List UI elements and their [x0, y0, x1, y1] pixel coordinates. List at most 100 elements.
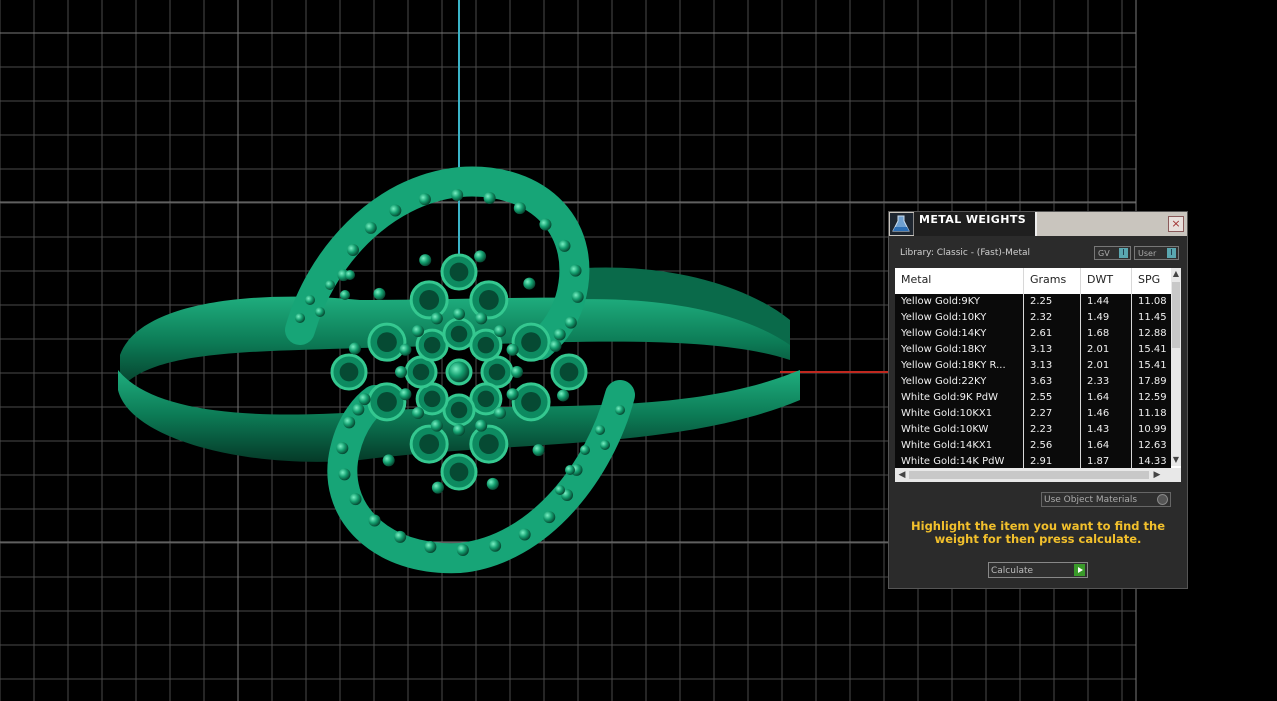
gem-hole [339, 362, 359, 382]
scroll-thumb[interactable] [1172, 282, 1180, 348]
center-bead [449, 362, 469, 382]
dwt-cell: 2.33 [1087, 376, 1110, 387]
column-header-spg[interactable]: SPG [1138, 273, 1160, 286]
table-row[interactable]: White Gold:14KX1 2.56 1.64 12.63 [895, 438, 1171, 454]
metal-cell: White Gold:14KX1 [901, 440, 993, 451]
gem-hole [521, 332, 541, 353]
gv-toggle[interactable]: GV I [1094, 246, 1131, 260]
metal-cell: White Gold:14K PdW [901, 456, 1005, 467]
instruction-text: Highlight the item you want to find the … [911, 519, 1165, 546]
bead [431, 481, 444, 494]
use-object-materials-toggle[interactable]: Use Object Materials [1041, 492, 1171, 507]
bead [453, 308, 465, 320]
bead [580, 445, 590, 455]
bead [494, 407, 507, 420]
vertical-scrollbar[interactable]: ▲ ▼ [1171, 268, 1181, 466]
bead [553, 328, 566, 341]
table-row[interactable]: Yellow Gold:10KY 2.32 1.49 11.45 [895, 310, 1171, 326]
calculate-button[interactable]: Calculate [988, 562, 1088, 578]
table-row[interactable]: Yellow Gold:18KY 3.13 2.01 15.41 [895, 342, 1171, 358]
scroll-thumb[interactable] [909, 471, 1149, 479]
bead [336, 442, 349, 455]
bead [456, 543, 469, 556]
bead [557, 389, 570, 402]
scroll-right-icon[interactable]: ▶ [1151, 469, 1163, 481]
spg-cell: 11.45 [1138, 312, 1167, 323]
bead [430, 312, 443, 325]
metal-cell: White Gold:10KW [901, 424, 989, 435]
bead [532, 444, 545, 457]
grams-cell: 2.56 [1030, 440, 1053, 451]
table-row[interactable]: White Gold:10KW 2.23 1.43 10.99 [895, 422, 1171, 438]
column-divider [1023, 268, 1024, 482]
table-row[interactable]: Yellow Gold:9KY 2.25 1.44 11.08 [895, 294, 1171, 310]
scroll-down-icon[interactable]: ▼ [1171, 454, 1181, 466]
grams-cell: 2.91 [1030, 456, 1053, 467]
metal-cell: Yellow Gold:18KY [901, 344, 987, 355]
bead [348, 342, 361, 355]
column-header-grams[interactable]: Grams [1030, 273, 1066, 286]
table-header: Metal Grams DWT SPG [895, 268, 1171, 292]
table-row[interactable]: White Gold:9K PdW 2.55 1.64 12.59 [895, 390, 1171, 406]
metal-weights-panel: METAL WEIGHTS × Library: Classic - (Fast… [888, 211, 1188, 589]
column-divider [1080, 268, 1081, 482]
bead [394, 530, 407, 543]
bead [615, 405, 625, 415]
spg-cell: 14.33 [1138, 456, 1167, 467]
dwt-cell: 2.01 [1087, 344, 1110, 355]
gem-hole [412, 363, 430, 381]
bead [305, 295, 315, 305]
user-toggle[interactable]: User I [1134, 246, 1179, 260]
spg-cell: 10.99 [1138, 424, 1167, 435]
gem-hole [478, 290, 499, 310]
column-header-dwt[interactable]: DWT [1087, 273, 1113, 286]
gem-hole [478, 434, 499, 454]
bead [389, 204, 402, 217]
grams-cell: 2.23 [1030, 424, 1053, 435]
gem-hole [521, 391, 541, 412]
bead [419, 254, 432, 267]
table-row[interactable]: White Gold:10KX1 2.27 1.46 11.18 [895, 406, 1171, 422]
bead [340, 290, 350, 300]
close-icon[interactable]: × [1168, 216, 1184, 232]
column-header-metal[interactable]: Metal [901, 273, 931, 286]
panel-title: METAL WEIGHTS [919, 213, 1027, 226]
user-indicator: I [1167, 248, 1176, 258]
gem-hole [449, 262, 469, 282]
bead [513, 202, 526, 215]
bead [399, 388, 412, 401]
spg-cell: 12.63 [1138, 440, 1167, 451]
grams-cell: 3.13 [1030, 360, 1053, 371]
scroll-up-icon[interactable]: ▲ [1171, 268, 1181, 280]
flask-icon [890, 213, 914, 235]
gem-hole [419, 434, 440, 454]
grams-cell: 2.25 [1030, 296, 1053, 307]
bead [346, 243, 359, 256]
bead [349, 493, 362, 506]
bead [358, 393, 371, 406]
scroll-left-icon[interactable]: ◀ [896, 469, 908, 481]
bead [486, 477, 499, 490]
table-row[interactable]: Yellow Gold:22KY 3.63 2.33 17.89 [895, 374, 1171, 390]
gem-hole [377, 332, 397, 353]
dwt-cell: 1.46 [1087, 408, 1110, 419]
table-row[interactable]: Yellow Gold:14KY 2.61 1.68 12.88 [895, 326, 1171, 342]
bead [338, 468, 351, 481]
bead [558, 239, 571, 252]
table-row[interactable]: Yellow Gold:18KY R... 3.13 2.01 15.41 [895, 358, 1171, 374]
bead [453, 424, 465, 436]
user-label: User [1138, 249, 1157, 258]
metal-cell: Yellow Gold:18KY R... [901, 360, 1006, 371]
grams-cell: 2.27 [1030, 408, 1053, 419]
gem-hole [450, 325, 468, 343]
spg-cell: 17.89 [1138, 376, 1167, 387]
toggle-indicator-icon [1157, 494, 1168, 505]
horizontal-scrollbar[interactable]: ◀ ▶ [895, 468, 1181, 482]
gem-hole [423, 390, 441, 408]
bead [418, 193, 431, 206]
panel-titlebar[interactable]: METAL WEIGHTS × [889, 212, 1187, 236]
dwt-cell: 1.43 [1087, 424, 1110, 435]
bead [352, 403, 365, 416]
column-divider [1131, 268, 1132, 482]
use-object-materials-label: Use Object Materials [1044, 495, 1138, 505]
